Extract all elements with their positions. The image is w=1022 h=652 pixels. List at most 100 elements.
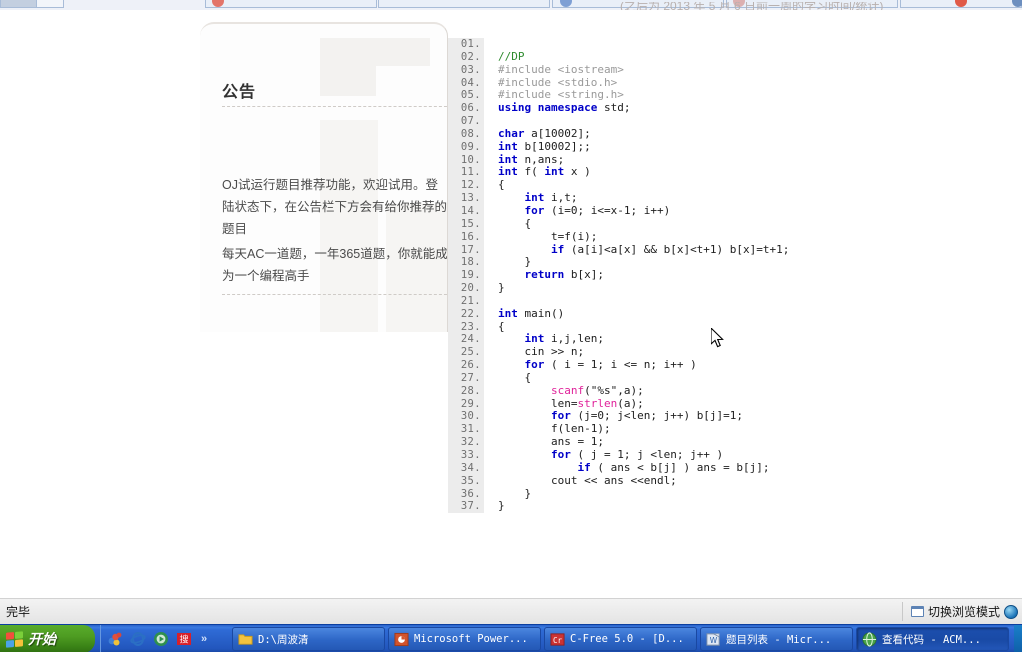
system-tray [1014, 625, 1022, 652]
code-token-pl: b[x]; [564, 268, 604, 282]
announcement-paragraph-2: 每天AC一道题，一年365道题，你就能成为一个编程高手 [222, 247, 448, 283]
code-token-pl: cout << ans <<endl; [498, 473, 677, 487]
internet-zone-icon[interactable] [1004, 604, 1018, 619]
code-line-number: 04. [448, 76, 484, 90]
code-line-number: 09. [448, 140, 484, 154]
code-line-number: 31. [448, 423, 484, 437]
word-icon: W [706, 632, 721, 647]
page-content: 公告 OJ试运行题目推荐功能，欢迎试用。登陆状态下，在公告栏下方会有给你推荐的题… [0, 10, 1022, 598]
taskbar-button[interactable]: D:\周波清 [232, 627, 385, 651]
code-line-number: 34. [448, 461, 484, 475]
code-line-number: 25. [448, 346, 484, 360]
code-token-pl: f(len-1); [498, 422, 611, 436]
code-line-number: 03. [448, 63, 484, 77]
code-line-list: 01. 02. //DP 03. #include <iostream> 04. #incl… [448, 38, 1022, 514]
code-token-pl: cin >> n; [498, 345, 585, 359]
code-line-number: 11. [448, 166, 484, 180]
code-token-pre: #include <iostream> [498, 62, 624, 76]
start-button-label: 开始 [28, 631, 56, 647]
code-line-number: 16. [448, 230, 484, 244]
code-line: 19. return b[x]; [448, 268, 1022, 283]
internet-explorer-icon[interactable] [130, 631, 146, 647]
code-line-number: 22. [448, 307, 484, 321]
status-bar: 完毕 切换浏览模式 [0, 598, 1022, 624]
taskbar-button[interactable]: 查看代码 - ACM... [856, 627, 1009, 651]
code-token-kw: int [524, 191, 545, 205]
code-line-text: return b[x]; [498, 268, 605, 282]
mouse-cursor-icon [711, 328, 724, 348]
code-token-kw: for [550, 409, 571, 423]
code-token-pl: a[10002]; [524, 126, 591, 140]
taskbar-button[interactable]: Microsoft Power... [388, 627, 541, 651]
code-token-kw: int [498, 152, 518, 166]
taskbar-button[interactable]: W 题目列表 - Micr... [700, 627, 853, 651]
code-token-pl: { [498, 319, 505, 333]
code-line: 37.} [448, 499, 1022, 514]
code-token-kw: int [544, 165, 565, 179]
svg-text:W: W [710, 635, 718, 644]
code-line-text: using namespace std; [498, 101, 631, 115]
ime-icon[interactable]: 搜 [176, 631, 192, 647]
code-token-pl: ("%s",a); [584, 383, 644, 397]
code-line-number: 12. [448, 179, 484, 193]
code-token-pre: #include <stdio.h> [498, 75, 618, 89]
code-token-pl: (a); [617, 396, 644, 410]
code-token-fn: strlen [577, 396, 618, 410]
taskbar-button-label: Microsoft Power... [414, 633, 528, 645]
announcement-divider-bottom [222, 294, 447, 295]
code-viewer[interactable]: 01. 02. //DP 03. #include <iostream> 04. #incl… [448, 28, 1022, 524]
start-button[interactable]: 开始 [0, 625, 95, 652]
code-line: 11. int f( int x ) [448, 166, 1022, 180]
browser-tab[interactable] [378, 0, 550, 8]
folder-icon [238, 632, 253, 647]
code-token-pl: } [498, 486, 532, 500]
announcement-divider-top [222, 106, 447, 107]
code-line: 36. } [448, 486, 1022, 501]
code-token-pl: } [498, 255, 532, 269]
code-line-number: 35. [448, 474, 484, 488]
code-token-pl: main() [517, 306, 565, 320]
code-token-pl: f( [517, 165, 545, 179]
browser-tab[interactable] [205, 0, 377, 8]
quick-launch-overflow-icon[interactable]: » [201, 633, 207, 645]
messenger-icon[interactable] [107, 631, 123, 647]
announcement-card: 公告 OJ试运行题目推荐功能，欢迎试用。登陆状态下，在公告栏下方会有给你推荐的题… [200, 22, 448, 332]
windows-flag-icon [6, 630, 23, 648]
code-token-pl: std; [597, 101, 631, 115]
code-token-kw: if [550, 242, 565, 256]
code-line-number: 08. [448, 127, 484, 141]
code-line-number: 28. [448, 384, 484, 398]
browse-mode-toggle[interactable]: 切换浏览模式 [901, 602, 1018, 621]
window-icon [910, 606, 924, 617]
taskbar-button-list: D:\周波清 Microsoft Power... Cr C-Free 5.0 - [… [232, 627, 1009, 651]
code-line-number: 13. [448, 192, 484, 205]
code-token-pre: #include <string.h> [498, 88, 624, 102]
code-line-number: 18. [448, 256, 484, 270]
code-line-number: 32. [448, 436, 484, 449]
code-token-kw: return [524, 268, 565, 282]
browser-tab[interactable] [36, 0, 64, 8]
browse-mode-label: 切换浏览模式 [927, 605, 1000, 619]
code-line-number: 30. [448, 410, 484, 424]
code-line-number: 20. [448, 282, 484, 295]
code-line: 20.} [448, 281, 1022, 295]
code-line-number: 01. [448, 38, 484, 51]
code-token-pl: t=f(i); [498, 229, 598, 243]
code-token-pl: { [498, 370, 532, 384]
code-line-number: 24. [448, 333, 484, 347]
taskbar-button-label: 查看代码 - ACM... [882, 633, 981, 646]
media-player-icon[interactable] [153, 631, 169, 647]
code-line-number: 23. [448, 320, 484, 334]
code-token-pl: len= [498, 396, 578, 410]
code-token-kw: int [498, 306, 518, 320]
code-line-number: 26. [448, 359, 484, 372]
svg-text:搜: 搜 [179, 634, 188, 646]
taskbar-button[interactable]: Cr C-Free 5.0 - [D... [544, 627, 697, 651]
code-line-text: } [498, 281, 505, 295]
code-line-text: int f( int x ) [498, 166, 591, 179]
